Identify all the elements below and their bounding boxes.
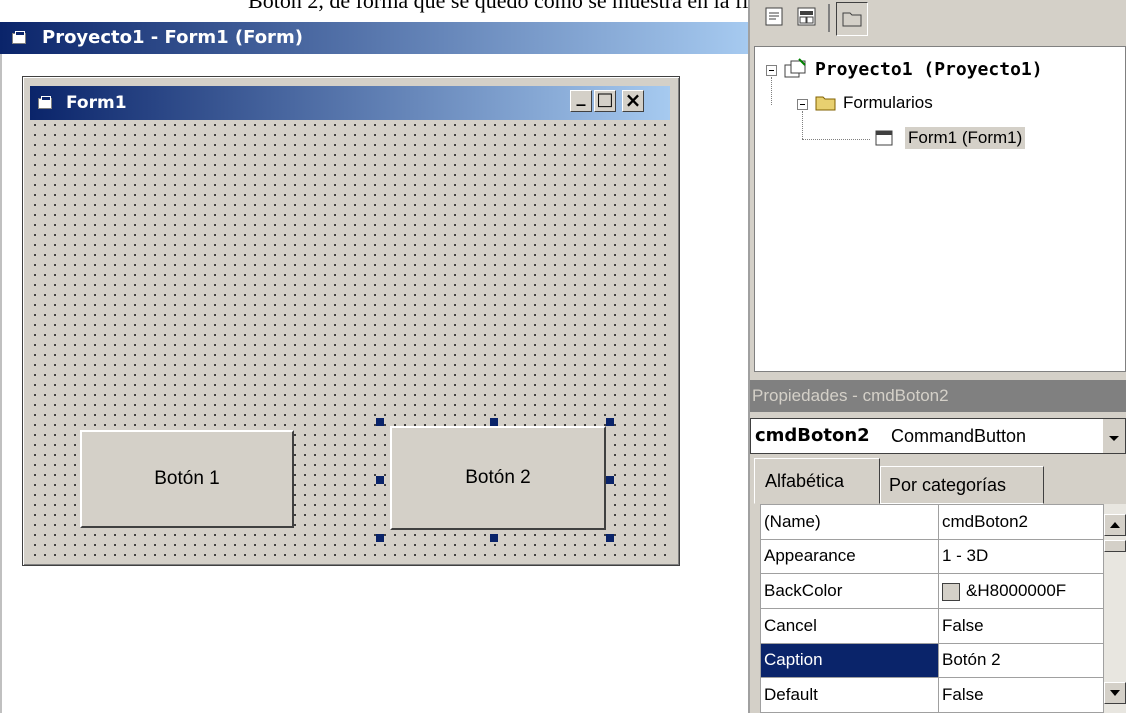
folder-icon bbox=[813, 91, 839, 113]
toggle-folders-icon[interactable] bbox=[836, 2, 868, 36]
form-designer-title-bar[interactable]: Proyecto1 - Form1 (Form) bbox=[0, 22, 748, 54]
form1-title: Form1 bbox=[66, 93, 127, 113]
selection-handle[interactable] bbox=[490, 418, 498, 426]
selection-handle[interactable] bbox=[376, 476, 384, 484]
property-value[interactable]: False bbox=[938, 677, 1104, 713]
designer-left-border bbox=[0, 54, 2, 713]
maximize-button[interactable]: □ bbox=[594, 90, 616, 112]
project-explorer-tree[interactable]: Proyecto1 (Proyecto1) Formularios Form1 … bbox=[754, 46, 1126, 372]
dropdown-arrow-icon[interactable] bbox=[1103, 419, 1125, 453]
property-value[interactable]: False bbox=[938, 607, 1104, 644]
property-name[interactable]: Appearance bbox=[760, 538, 939, 575]
tab-alfabetica[interactable]: Alfabética bbox=[754, 458, 880, 504]
table-row[interactable]: BackColor &H8000000F bbox=[760, 573, 1104, 609]
table-row[interactable]: Caption Botón 2 bbox=[760, 642, 1104, 679]
view-code-icon[interactable] bbox=[762, 4, 788, 30]
selection-handle[interactable] bbox=[376, 418, 384, 426]
property-value[interactable]: Botón 2 bbox=[938, 642, 1104, 679]
minimize-button[interactable]: _ bbox=[570, 88, 592, 112]
properties-tabs: Alfabética Por categorías bbox=[750, 458, 1126, 504]
selection-handle[interactable] bbox=[606, 476, 614, 484]
form-window-icon bbox=[12, 31, 28, 45]
tree-collapse-icon[interactable] bbox=[797, 99, 808, 110]
form-item-icon bbox=[873, 127, 897, 149]
property-name[interactable]: Default bbox=[760, 677, 939, 713]
button-boton1[interactable]: Botón 1 bbox=[80, 430, 294, 528]
table-row[interactable]: Appearance 1 - 3D bbox=[760, 538, 1104, 575]
table-row[interactable]: (Name) cmdBoton2 bbox=[760, 504, 1104, 540]
tree-folder-label[interactable]: Formularios bbox=[843, 93, 933, 113]
property-name-selected[interactable]: Caption bbox=[760, 642, 939, 679]
object-combo[interactable]: cmdBoton2 CommandButton bbox=[750, 418, 1126, 454]
tab-por-categorias[interactable]: Por categorías bbox=[880, 466, 1044, 504]
selection-handle[interactable] bbox=[606, 534, 614, 542]
tree-line bbox=[802, 111, 804, 139]
project-icon bbox=[783, 57, 809, 81]
property-value-backcolor[interactable]: &H8000000F bbox=[938, 573, 1104, 609]
tree-root-label[interactable]: Proyecto1 (Proyecto1) bbox=[815, 59, 1043, 80]
toolbar-separator bbox=[828, 4, 830, 32]
button-boton2[interactable]: Botón 2 bbox=[390, 426, 606, 530]
selection-handle[interactable] bbox=[376, 534, 384, 542]
scroll-up-icon[interactable] bbox=[1104, 514, 1126, 536]
object-type: CommandButton bbox=[891, 426, 1027, 446]
backcolor-value: &H8000000F bbox=[966, 581, 1067, 601]
tree-line bbox=[802, 139, 870, 141]
property-value[interactable]: 1 - 3D bbox=[938, 538, 1104, 575]
properties-title: Propiedades - cmdBoton2 bbox=[752, 386, 949, 405]
selection-handle[interactable] bbox=[490, 534, 498, 542]
table-row[interactable]: Cancel False bbox=[760, 607, 1104, 644]
property-value[interactable]: cmdBoton2 bbox=[938, 504, 1104, 540]
table-row[interactable]: Default False bbox=[760, 677, 1104, 713]
form1-title-bar[interactable]: Form1 _ □ × bbox=[30, 86, 670, 120]
property-name[interactable]: Cancel bbox=[760, 607, 939, 644]
scroll-thumb[interactable] bbox=[1104, 540, 1126, 552]
form1-design-grid[interactable]: Botón 1 Botón 2 bbox=[30, 120, 670, 556]
properties-scrollbar[interactable] bbox=[1104, 504, 1126, 713]
form-window-icon bbox=[38, 96, 54, 110]
object-name: cmdBoton2 bbox=[755, 425, 870, 446]
properties-grid[interactable]: (Name) cmdBoton2 Appearance 1 - 3D BackCol… bbox=[760, 504, 1104, 713]
tree-form-item[interactable]: Form1 (Form1) bbox=[905, 127, 1026, 149]
form-designer-title: Proyecto1 - Form1 (Form) bbox=[42, 27, 303, 48]
scroll-down-icon[interactable] bbox=[1104, 682, 1126, 704]
view-object-icon[interactable] bbox=[794, 4, 820, 30]
property-name[interactable]: (Name) bbox=[760, 504, 939, 540]
properties-title-bar[interactable]: Propiedades - cmdBoton2 bbox=[750, 380, 1126, 412]
selection-handle[interactable] bbox=[606, 418, 614, 426]
tree-line bbox=[771, 77, 773, 105]
tree-collapse-icon[interactable] bbox=[766, 65, 777, 76]
close-button[interactable]: × bbox=[622, 90, 644, 112]
property-name[interactable]: BackColor bbox=[760, 573, 939, 609]
color-swatch-icon bbox=[942, 582, 960, 601]
